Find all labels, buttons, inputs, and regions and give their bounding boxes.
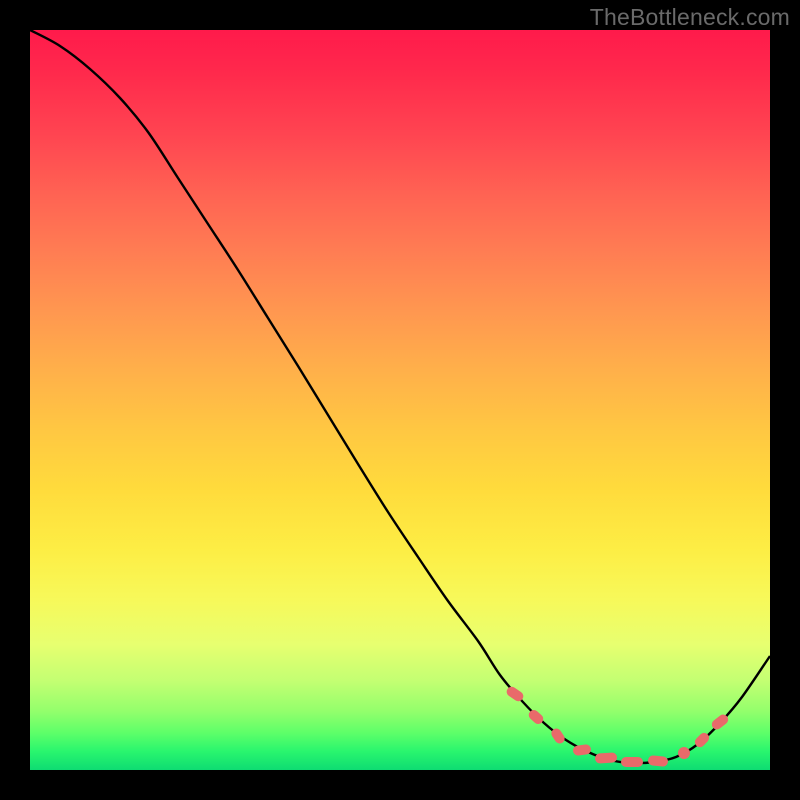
chart-frame: TheBottleneck.com: [0, 0, 800, 800]
watermark-text: TheBottleneck.com: [590, 4, 790, 31]
marker-dash: [621, 757, 643, 767]
gradient-plot-area: [30, 30, 770, 770]
marker-dash: [648, 755, 669, 767]
bottleneck-curve: [30, 30, 770, 770]
curve-path: [30, 30, 770, 763]
marker-dash: [595, 752, 618, 764]
